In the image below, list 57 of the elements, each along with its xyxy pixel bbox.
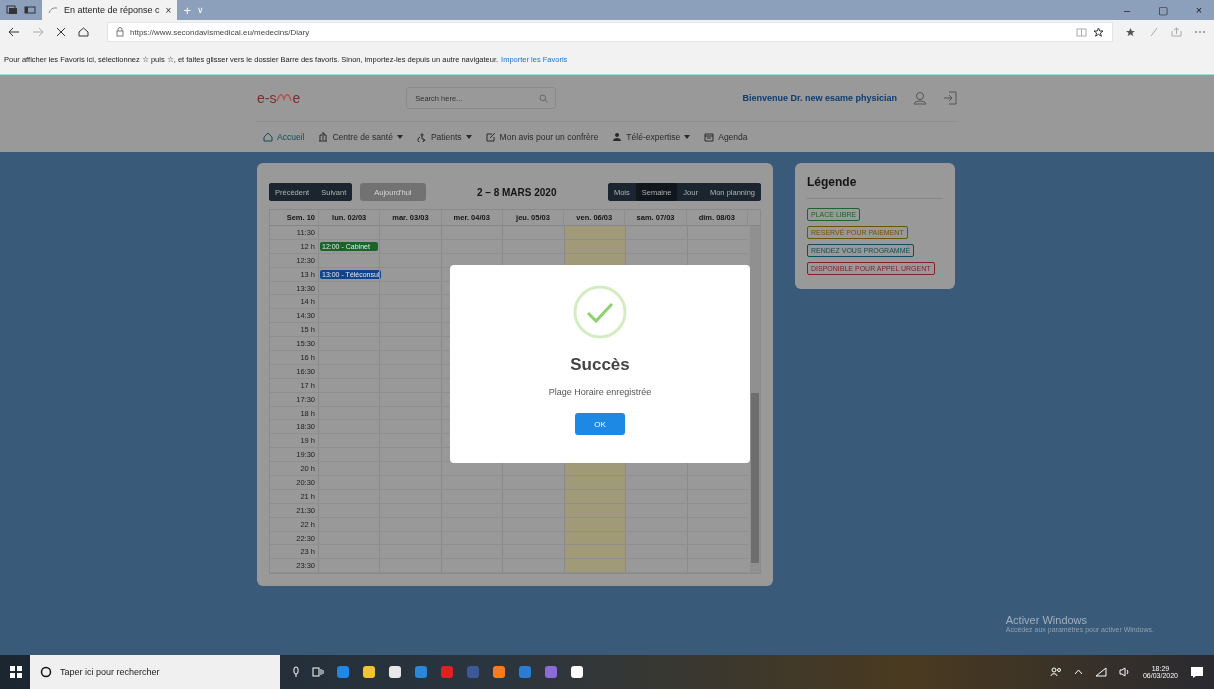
user-icon <box>612 132 623 142</box>
close-button[interactable]: × <box>1184 4 1214 16</box>
minimize-button[interactable]: – <box>1112 4 1142 16</box>
task-view-icon[interactable] <box>312 667 324 677</box>
maximize-button[interactable]: ▢ <box>1148 3 1178 17</box>
tabs-aside-icon[interactable] <box>24 5 36 15</box>
checkmark-icon <box>573 285 627 339</box>
calendar-icon <box>704 132 715 142</box>
activation-title: Activer Windows <box>1005 614 1089 626</box>
nav-item[interactable]: Mon avis pour un confrère <box>485 132 599 142</box>
welcome-text: Bienvenue Dr. new esame physician <box>742 93 897 103</box>
taskbar-search-field[interactable]: Taper ici pour rechercher <box>30 655 280 689</box>
ok-button[interactable]: OK <box>575 413 625 435</box>
reading-view-icon[interactable] <box>1076 27 1087 37</box>
notification-icon[interactable] <box>1190 665 1204 679</box>
logo: e-s e <box>257 90 301 106</box>
calendar-title: 2 – 8 MARS 2020 <box>475 186 558 198</box>
people-icon[interactable] <box>1049 667 1062 677</box>
back-icon[interactable] <box>8 27 20 37</box>
microphone-icon[interactable] <box>292 666 300 678</box>
nav-item[interactable]: Patients <box>416 132 472 142</box>
lock-icon <box>116 27 124 37</box>
nav-item[interactable]: Accueil <box>263 132 305 142</box>
loading-icon <box>48 6 58 14</box>
browser-tab[interactable]: En attente de réponse c × <box>42 0 178 20</box>
search-icon <box>40 666 52 678</box>
nav-item[interactable]: Centre de santé <box>318 132 403 142</box>
forward-icon[interactable] <box>32 27 44 37</box>
caret-icon <box>684 135 691 139</box>
home-icon[interactable] <box>78 27 89 37</box>
dialog-message: Plage Horaire enregistrée <box>548 387 652 397</box>
nav-item[interactable]: Télé-expertise <box>612 132 691 142</box>
edit-icon <box>485 132 496 142</box>
stop-icon[interactable] <box>56 27 66 37</box>
close-tab-button[interactable]: × <box>165 4 172 16</box>
building-icon <box>318 132 329 142</box>
logout-icon[interactable] <box>943 91 957 105</box>
scrollbar[interactable] <box>750 226 760 574</box>
search-icon[interactable] <box>539 93 549 103</box>
favorites-icon[interactable] <box>1125 26 1137 38</box>
volume-icon[interactable] <box>1118 667 1131 677</box>
nav-item[interactable]: Agenda <box>704 132 748 142</box>
tab-title: En attente de réponse c <box>64 5 160 15</box>
more-icon[interactable] <box>1194 30 1206 34</box>
home-icon <box>263 132 273 142</box>
user-icon[interactable] <box>913 91 927 105</box>
share-icon[interactable] <box>1171 27 1182 37</box>
chevron-up-icon[interactable] <box>1073 669 1083 675</box>
legend-title: Légende <box>807 175 857 189</box>
tab-actions-icon[interactable] <box>6 5 18 15</box>
dialog-title: Succès <box>570 355 630 375</box>
caret-icon <box>396 135 403 139</box>
favorite-star-icon[interactable] <box>1093 26 1104 38</box>
scrollbar-thumb[interactable] <box>751 393 759 564</box>
address-field[interactable]: https://www.secondavismedical.eu/medecins/Diary <box>107 22 1113 42</box>
start-icon[interactable] <box>10 666 22 678</box>
caret-icon <box>465 135 472 139</box>
